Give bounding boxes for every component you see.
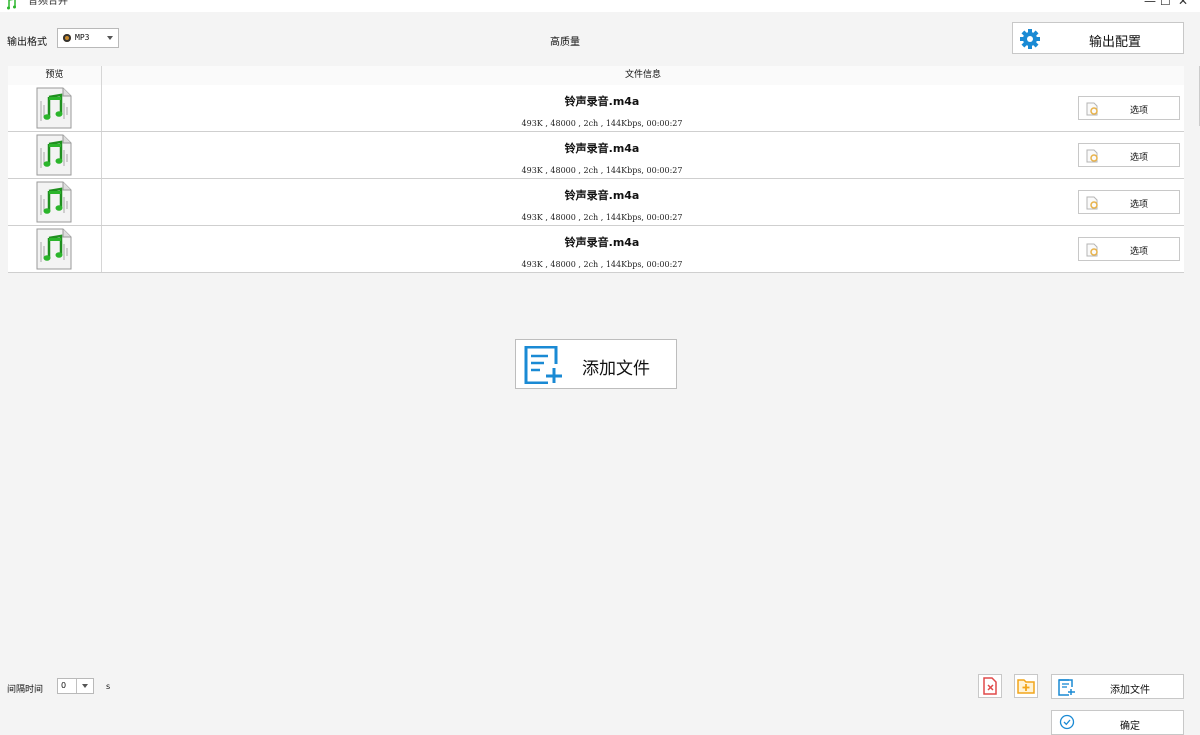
- table-row[interactable]: 铃声录音.m4a 493K , 48000 , 2ch , 144Kbps, 0…: [8, 85, 1184, 132]
- gear-icon: [1020, 29, 1040, 49]
- chevron-down-icon: [82, 684, 88, 688]
- output-format-label: 输出格式: [7, 37, 47, 48]
- file-meta: 493K , 48000 , 2ch , 144Kbps, 00:00:27: [521, 260, 683, 269]
- add-files-button[interactable]: 添加文件: [1051, 674, 1184, 699]
- music-file-icon: [7, 0, 16, 10]
- music-file-icon: [36, 134, 72, 176]
- column-header-file-info: 文件信息: [624, 70, 661, 80]
- divider: [76, 679, 77, 693]
- file-name: 铃声录音.m4a: [564, 189, 640, 202]
- options-button[interactable]: 选项: [1078, 96, 1180, 120]
- confirm-label: 确定: [1120, 721, 1140, 732]
- output-config-button[interactable]: 输出配置: [1012, 22, 1184, 54]
- add-files-large-label: 添加文件: [582, 359, 650, 379]
- output-format-select[interactable]: MP3: [57, 28, 119, 48]
- interval-value: 0: [61, 681, 67, 690]
- preview-cell: [8, 132, 102, 178]
- interval-select[interactable]: 0: [57, 678, 94, 694]
- confirm-button[interactable]: 确定: [1051, 710, 1184, 735]
- file-name: 铃声录音.m4a: [564, 236, 640, 249]
- file-table: 预览 文件信息 铃声录音.m4a 493K , 48000 , 2ch , 14…: [8, 66, 1184, 273]
- table-row[interactable]: 铃声录音.m4a 493K , 48000 , 2ch , 144Kbps, 0…: [8, 179, 1184, 226]
- table-header: 预览 文件信息: [8, 66, 1184, 86]
- add-folder-icon: [1017, 679, 1035, 694]
- disc-icon: [63, 34, 71, 42]
- file-meta: 493K , 48000 , 2ch , 144Kbps, 00:00:27: [521, 166, 683, 175]
- options-label: 选项: [1130, 247, 1149, 257]
- add-files-large-button[interactable]: 添加文件: [515, 339, 677, 389]
- interval-unit: s: [106, 682, 111, 691]
- delete-file-icon: [983, 677, 997, 695]
- chevron-down-icon: [107, 36, 113, 40]
- settings-doc-icon: [1086, 102, 1098, 116]
- title-bar: 音频合并 — ☐ ✕: [0, 0, 1200, 12]
- music-file-icon: [36, 87, 72, 129]
- interval-label: 间隔时间: [7, 685, 44, 695]
- scroll-gutter: [1193, 66, 1200, 660]
- toolbar: 输出格式 MP3 高质量 输出配置: [0, 12, 1200, 66]
- file-name: 铃声录音.m4a: [564, 95, 640, 108]
- file-meta: 493K , 48000 , 2ch , 144Kbps, 00:00:27: [521, 213, 683, 222]
- output-format-value: MP3: [75, 33, 90, 42]
- file-meta: 493K , 48000 , 2ch , 144Kbps, 00:00:27: [521, 119, 683, 128]
- options-label: 选项: [1130, 153, 1149, 163]
- options-button[interactable]: 选项: [1078, 190, 1180, 214]
- column-header-preview: 预览: [8, 66, 102, 85]
- settings-doc-icon: [1086, 243, 1098, 257]
- close-button[interactable]: ✕: [1178, 0, 1188, 7]
- add-file-icon: [524, 346, 562, 384]
- maximize-button[interactable]: ☐: [1160, 0, 1171, 7]
- preview-cell: [8, 226, 102, 272]
- minimize-button[interactable]: —: [1144, 0, 1156, 7]
- settings-doc-icon: [1086, 196, 1098, 210]
- settings-doc-icon: [1086, 149, 1098, 163]
- add-file-icon: [1058, 679, 1075, 696]
- music-file-icon: [36, 181, 72, 223]
- table-row[interactable]: 铃声录音.m4a 493K , 48000 , 2ch , 144Kbps, 0…: [8, 226, 1184, 273]
- output-config-label: 输出配置: [1089, 35, 1142, 50]
- add-files-label: 添加文件: [1110, 685, 1150, 696]
- file-name: 铃声录音.m4a: [564, 142, 640, 155]
- window-title: 音频合并: [28, 0, 68, 7]
- delete-file-button[interactable]: [978, 674, 1002, 698]
- add-folder-button[interactable]: [1014, 674, 1038, 698]
- preview-cell: [8, 179, 102, 225]
- music-file-icon: [36, 228, 72, 270]
- footer: 间隔时间 0 s 添加文件 确定: [0, 660, 1200, 735]
- quality-label: 高质量: [550, 37, 580, 48]
- options-button[interactable]: 选项: [1078, 237, 1180, 261]
- preview-cell: [8, 85, 102, 131]
- options-button[interactable]: 选项: [1078, 143, 1180, 167]
- table-row[interactable]: 铃声录音.m4a 493K , 48000 , 2ch , 144Kbps, 0…: [8, 132, 1184, 179]
- options-label: 选项: [1130, 200, 1149, 210]
- options-label: 选项: [1130, 106, 1149, 116]
